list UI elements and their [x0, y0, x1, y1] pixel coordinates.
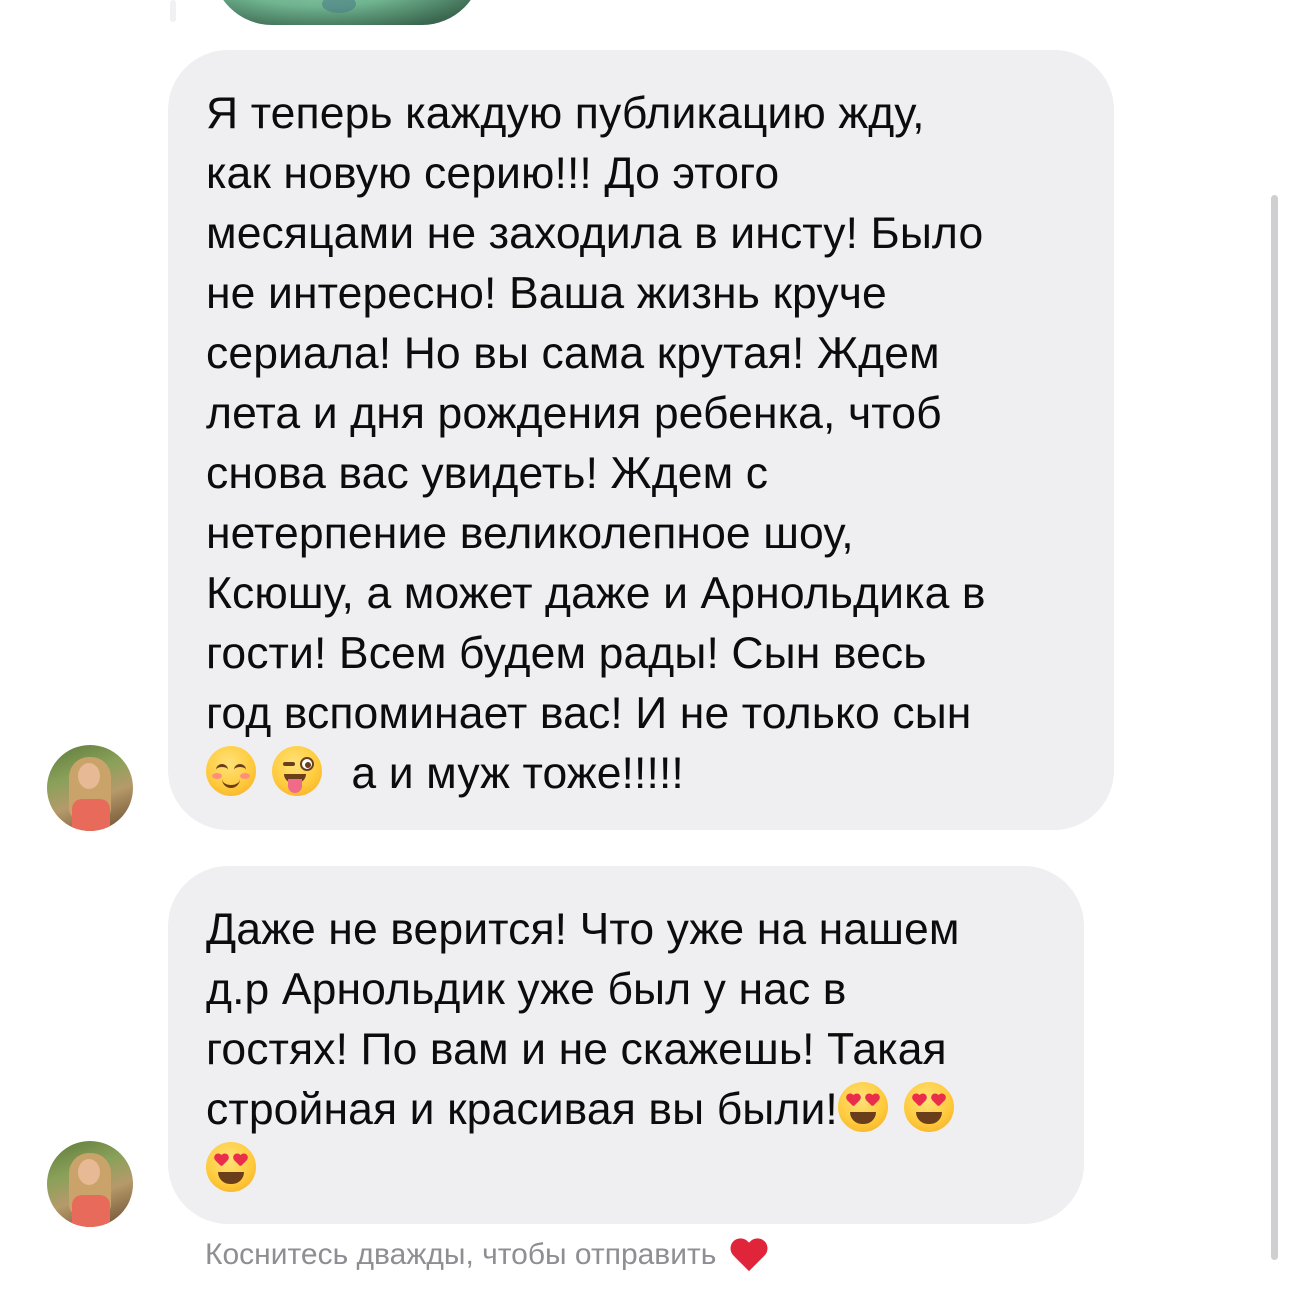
hint-text: Коснитесь дважды, чтобы отправить	[205, 1238, 717, 1271]
avatar[interactable]	[47, 1141, 133, 1227]
red-heart-icon[interactable]	[730, 1237, 768, 1273]
chat-screen: Я теперь каждую публикацию жду, как нову…	[0, 0, 1290, 1290]
double-tap-hint[interactable]: Коснитесь дважды, чтобы отправить	[205, 1230, 768, 1280]
previous-media-message[interactable]	[212, 0, 482, 25]
avatar[interactable]	[47, 745, 133, 831]
message-text: Я теперь каждую публикацию жду, как нову…	[206, 89, 986, 798]
heart-eyes-icon	[837, 1082, 888, 1132]
smiling-face-with-blush-icon	[206, 746, 256, 796]
message-bubble[interactable]: Даже не верится! Что уже на нашем д.р Ар…	[168, 866, 1084, 1224]
heart-eyes-icon	[904, 1082, 955, 1132]
winking-face-with-tongue-icon	[272, 746, 323, 796]
heart-eyes-icon	[206, 1142, 256, 1192]
scrollbar[interactable]	[1271, 195, 1278, 1260]
message-text: Даже не верится! Что уже на нашем д.р Ар…	[206, 900, 1054, 1200]
message-bubble[interactable]: Я теперь каждую публикацию жду, как нову…	[168, 50, 1114, 830]
thread-divider	[170, 0, 176, 22]
